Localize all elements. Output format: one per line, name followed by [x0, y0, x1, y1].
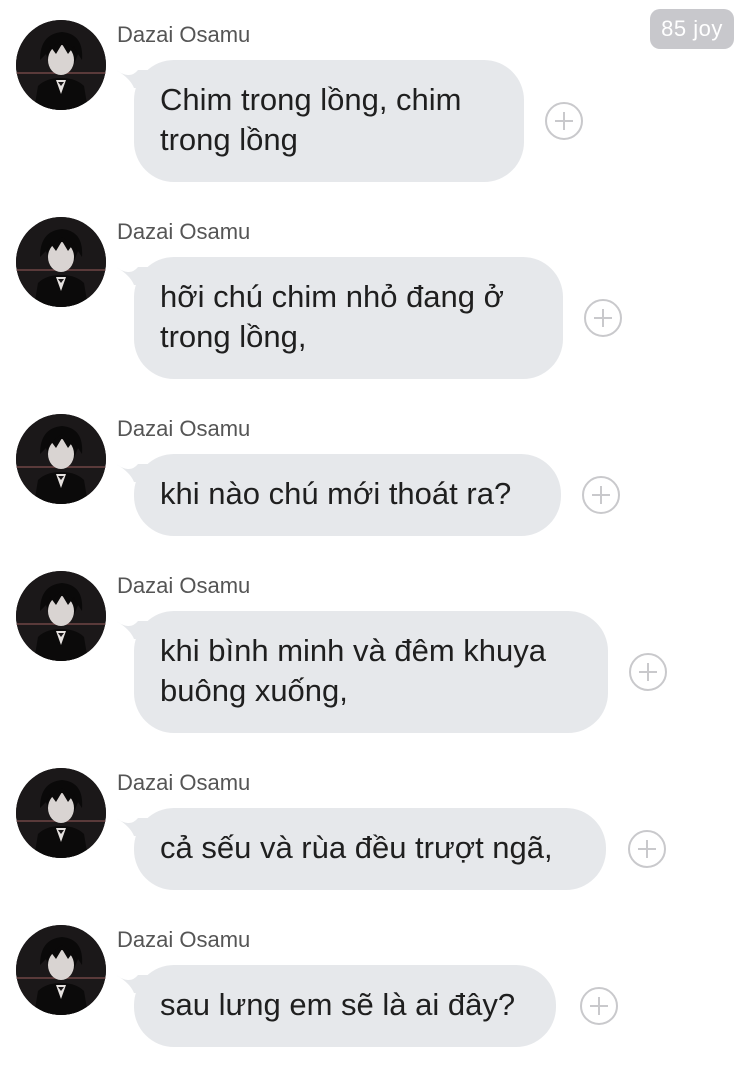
message-row: Dazai Osamu khi bình minh và đêm khuya b… — [0, 571, 750, 736]
add-reaction-button[interactable] — [584, 299, 622, 337]
sender-name: Dazai Osamu — [117, 770, 251, 795]
message-text: Chim trong lồng, chim trong lồng — [160, 82, 462, 157]
message-text: khi bình minh và đêm khuya buông xuống, — [160, 633, 546, 708]
avatar[interactable] — [16, 768, 106, 858]
message-row: Dazai Osamu cả sếu và rùa đều trượt ngã, — [0, 768, 750, 893]
message-bubble[interactable]: cả sếu và rùa đều trượt ngã, — [134, 808, 606, 890]
add-reaction-button[interactable] — [582, 476, 620, 514]
avatar[interactable] — [16, 20, 106, 110]
sender-name: Dazai Osamu — [117, 573, 251, 598]
sender-name: Dazai Osamu — [117, 416, 251, 441]
sender-name: Dazai Osamu — [117, 927, 251, 952]
message-bubble[interactable]: hỡi chú chim nhỏ đang ở trong lồng, — [134, 257, 563, 379]
add-reaction-button[interactable] — [545, 102, 583, 140]
message-bubble[interactable]: khi nào chú mới thoát ra? — [134, 454, 561, 536]
message-row: Dazai Osamu khi nào chú mới thoát ra? — [0, 414, 750, 539]
avatar[interactable] — [16, 925, 106, 1015]
avatar[interactable] — [16, 217, 106, 307]
message-row: Dazai Osamu sau lưng em sẽ là ai đây? — [0, 925, 750, 1050]
message-row: Dazai Osamu Chim trong lồng, chim trong … — [0, 20, 750, 185]
sender-name: Dazai Osamu — [117, 219, 251, 244]
sender-name: Dazai Osamu — [117, 22, 251, 47]
add-reaction-button[interactable] — [580, 987, 618, 1025]
message-bubble[interactable]: khi bình minh và đêm khuya buông xuống, — [134, 611, 608, 733]
message-text: sau lưng em sẽ là ai đây? — [160, 987, 516, 1022]
avatar[interactable] — [16, 571, 106, 661]
add-reaction-button[interactable] — [628, 830, 666, 868]
message-bubble[interactable]: Chim trong lồng, chim trong lồng — [134, 60, 524, 182]
add-reaction-button[interactable] — [629, 653, 667, 691]
message-bubble[interactable]: sau lưng em sẽ là ai đây? — [134, 965, 556, 1047]
message-row: Dazai Osamu hỡi chú chim nhỏ đang ở tron… — [0, 217, 750, 382]
message-text: hỡi chú chim nhỏ đang ở trong lồng, — [160, 279, 504, 354]
message-text: khi nào chú mới thoát ra? — [160, 476, 512, 511]
avatar[interactable] — [16, 414, 106, 504]
message-text: cả sếu và rùa đều trượt ngã, — [160, 830, 553, 865]
